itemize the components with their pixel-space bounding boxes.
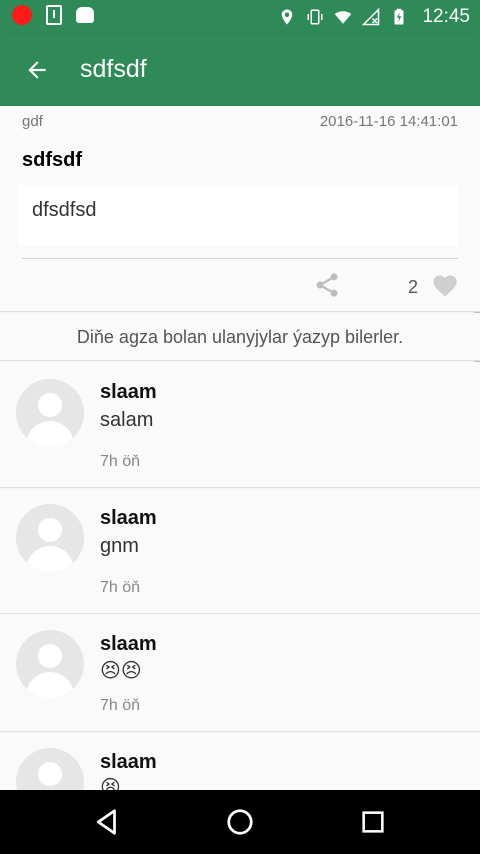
- comment-item[interactable]: slaam salam 7h öň: [0, 362, 480, 488]
- record-icon: [12, 5, 32, 25]
- nav-recents-button[interactable]: [355, 804, 391, 840]
- members-only-notice: Diňe agza bolan ulanyjylar ýazyp bilerle…: [0, 313, 480, 361]
- comment-item[interactable]: slaam 😣😣 7h öň: [0, 615, 480, 732]
- page-title: sdfsdf: [80, 55, 147, 83]
- app-bar: sdfsdf: [0, 33, 480, 106]
- android-icon: [76, 7, 94, 23]
- comment-text: 😣😣: [100, 660, 142, 682]
- comment-text: gnm: [100, 535, 139, 557]
- share-icon[interactable]: [313, 271, 341, 299]
- avatar: [16, 504, 84, 572]
- battery-charging-icon: [394, 8, 404, 25]
- heart-icon[interactable]: [430, 272, 460, 300]
- post-date: 2016-11-16 14:41:01: [319, 113, 458, 130]
- location-icon: [282, 9, 293, 25]
- comment-author: slaam: [100, 381, 157, 403]
- avatar: [16, 748, 84, 790]
- comment-time: 7h öň: [100, 579, 141, 596]
- post-title: sdfsdf: [22, 149, 82, 171]
- post-body: dfsdfsd: [18, 185, 458, 245]
- comment-text: 😫: [100, 777, 121, 790]
- comment-author: slaam: [100, 507, 157, 529]
- comment-item[interactable]: slaam 😫: [0, 733, 480, 790]
- comment-time: 7h öň: [100, 697, 141, 714]
- back-button[interactable]: [20, 53, 54, 87]
- comment-item[interactable]: slaam gnm 7h öň: [0, 489, 480, 614]
- comment-time: 7h öň: [100, 453, 141, 470]
- sim-icon: [46, 5, 62, 25]
- divider: [22, 258, 458, 259]
- recents-square-icon: [362, 811, 384, 833]
- back-triangle-icon: [96, 809, 116, 835]
- home-circle-icon: [227, 809, 253, 835]
- status-time: 12:45: [422, 6, 470, 27]
- status-right-icons: 12:45: [278, 6, 470, 28]
- no-signal-icon: [362, 7, 380, 26]
- wifi-icon: [335, 11, 352, 24]
- arrow-left-icon: [28, 61, 46, 79]
- nav-home-button[interactable]: [222, 804, 258, 840]
- status-bar: 12:45: [0, 0, 480, 33]
- comment-author: slaam: [100, 633, 157, 655]
- like-count: 2: [408, 277, 419, 297]
- avatar: [16, 630, 84, 698]
- comment-list[interactable]: slaam salam 7h öň slaam gnm 7h öň slaam …: [0, 362, 480, 790]
- status-left-icons: [12, 5, 94, 25]
- vibrate-icon: [307, 9, 323, 25]
- post-author: gdf: [22, 113, 43, 130]
- comment-author: slaam: [100, 751, 157, 773]
- post-card: gdf 2016-11-16 14:41:01 sdfsdf dfsdfsd 2: [0, 106, 480, 312]
- avatar: [16, 379, 84, 447]
- navigation-bar: [0, 790, 480, 854]
- comment-text: salam: [100, 409, 154, 431]
- nav-back-button[interactable]: [89, 804, 125, 840]
